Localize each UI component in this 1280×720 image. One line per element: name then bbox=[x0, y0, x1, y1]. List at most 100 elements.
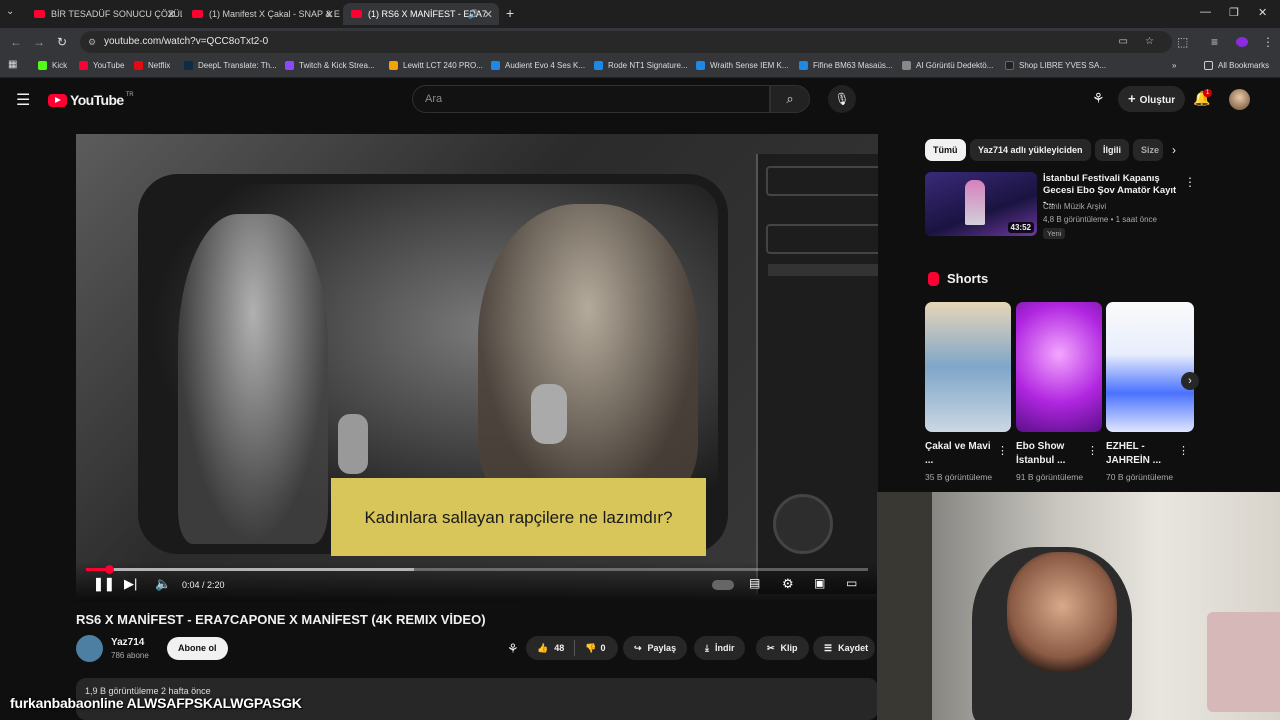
apps-grid-icon[interactable]: ▦ bbox=[8, 59, 17, 70]
suggestion-thumbnail[interactable]: 43:52 bbox=[925, 172, 1037, 236]
captions-icon[interactable]: ▤ bbox=[749, 576, 760, 590]
browser-tab-2[interactable]: (1) Manifest X Çakal - SNAP & E ✕ bbox=[184, 3, 340, 25]
hamburger-menu-icon[interactable]: ☰ bbox=[16, 90, 30, 110]
close-tab-icon[interactable]: ✕ bbox=[167, 8, 176, 21]
pause-icon[interactable]: ❚❚ bbox=[93, 576, 115, 592]
cast-icon[interactable]: ▭ bbox=[1119, 31, 1128, 53]
shop-favicon-icon bbox=[389, 61, 398, 70]
more-actions-icon[interactable]: ⋮ bbox=[1178, 444, 1189, 457]
progress-bar[interactable] bbox=[86, 565, 868, 574]
audio-playing-icon[interactable]: 🔊 bbox=[468, 9, 479, 20]
suggestion-channel[interactable]: Canlı Müzik Arşivi bbox=[1043, 202, 1106, 211]
like-button[interactable]: 👍 48 bbox=[537, 643, 564, 654]
clip-button[interactable]: ✂ Klip bbox=[756, 636, 809, 660]
volume-icon[interactable]: 🔈 bbox=[155, 576, 171, 592]
all-bookmarks-folder[interactable]: All Bookmarks bbox=[1204, 61, 1269, 70]
reading-list-icon[interactable]: ≡ bbox=[1211, 35, 1218, 49]
more-actions-icon[interactable]: ⋮ bbox=[1184, 175, 1196, 189]
bookmark-libre[interactable]: Shop LIBRE YVES SA... bbox=[1005, 61, 1106, 70]
share-button[interactable]: ↪ Paylaş bbox=[623, 636, 688, 660]
youtube-logo[interactable]: YouTube TR bbox=[48, 92, 134, 108]
address-bar[interactable]: ⚙ youtube.com/watch?v=QCC8oTxt2-0 ▭ ☆ bbox=[80, 31, 1172, 53]
bookmarks-overflow-icon[interactable]: » bbox=[1172, 61, 1176, 70]
chip-from-uploader[interactable]: Yaz714 adlı yükleyiciden bbox=[970, 139, 1091, 161]
logo-region: TR bbox=[125, 92, 134, 98]
tab-search-icon[interactable]: ⌄ bbox=[6, 6, 14, 17]
minimize-icon[interactable]: — bbox=[1200, 6, 1211, 18]
short-title[interactable]: Çakal ve Mavi ... bbox=[925, 440, 995, 468]
more-actions-icon[interactable]: ⋮ bbox=[1087, 444, 1098, 457]
new-badge: Yeni bbox=[1043, 228, 1066, 239]
close-tab-icon[interactable]: ✕ bbox=[325, 8, 334, 21]
site-info-icon[interactable]: ⚙ bbox=[88, 31, 96, 53]
reload-icon[interactable]: ↻ bbox=[57, 35, 67, 49]
short-title[interactable]: Ebo Show İstanbul ... bbox=[1016, 440, 1086, 468]
bookmark-lewitt[interactable]: Lewitt LCT 240 PRO... bbox=[389, 61, 483, 70]
channel-avatar[interactable] bbox=[76, 635, 103, 662]
bookmark-netflix[interactable]: Netflix bbox=[134, 61, 170, 70]
dislike-button[interactable]: 👎 0 bbox=[585, 643, 605, 654]
shorts-next-arrow-icon[interactable]: › bbox=[1181, 372, 1199, 390]
studio-icon[interactable]: ⚘ bbox=[1092, 90, 1105, 107]
short-thumbnail-3[interactable] bbox=[1106, 302, 1194, 432]
shorts-title: Shorts bbox=[947, 271, 989, 286]
chip-related[interactable]: İlgili bbox=[1095, 139, 1129, 161]
short-thumbnail-2[interactable] bbox=[1016, 302, 1102, 432]
progress-buffered bbox=[86, 568, 415, 571]
browser-tab-1[interactable]: BİR TESADÜF SONUCU ÇÖZÜLE ✕ bbox=[26, 3, 182, 25]
tab-label: BİR TESADÜF SONUCU ÇÖZÜLE bbox=[51, 9, 182, 19]
back-icon[interactable]: ← bbox=[10, 35, 22, 49]
more-actions-icon[interactable]: ⋮ bbox=[997, 444, 1008, 457]
bookmark-kick[interactable]: Kick bbox=[38, 61, 67, 70]
bookmark-ai-detector[interactable]: AI Görüntü Dedektö... bbox=[902, 61, 993, 70]
bookmark-label: Twitch & Kick Strea... bbox=[299, 61, 375, 70]
chip-all[interactable]: Tümü bbox=[925, 139, 966, 161]
bookmark-deepl[interactable]: DeepL Translate: Th... bbox=[184, 61, 277, 70]
search-button[interactable]: ⌕ bbox=[770, 85, 810, 113]
bookmark-fifine[interactable]: Fifine BM63 Masaüs... bbox=[799, 61, 893, 70]
bookmark-label: Shop LIBRE YVES SA... bbox=[1019, 61, 1107, 70]
chip-for-you[interactable]: Size bbox=[1133, 139, 1163, 161]
subscribe-button[interactable]: Abone ol bbox=[167, 637, 228, 660]
url-text: youtube.com/watch?v=QCC8oTxt2-0 bbox=[104, 36, 269, 47]
menu-kebab-icon[interactable]: ⋮ bbox=[1262, 35, 1274, 49]
autoplay-toggle[interactable] bbox=[712, 580, 734, 590]
profile-icon[interactable] bbox=[1236, 37, 1248, 47]
bookmark-audient[interactable]: Audient Evo 4 Ses K... bbox=[491, 61, 585, 70]
create-button[interactable]: + Oluştur bbox=[1118, 86, 1186, 112]
bookmark-label: Kick bbox=[52, 61, 68, 70]
short-title[interactable]: EZHEL - JAHREİN ... bbox=[1106, 440, 1176, 468]
next-icon[interactable]: ▶| bbox=[124, 576, 137, 592]
extensions-icon[interactable]: ⬚ bbox=[1177, 35, 1188, 49]
search-icon: ⌕ bbox=[786, 91, 794, 106]
avatar[interactable] bbox=[1229, 89, 1250, 110]
progress-scrubber[interactable] bbox=[105, 565, 115, 574]
miniplayer-icon[interactable]: ▣ bbox=[814, 576, 825, 590]
stickers-icon[interactable]: ⚘ bbox=[507, 641, 519, 657]
close-window-icon[interactable]: ✕ bbox=[1258, 6, 1267, 19]
short-thumbnail-1[interactable] bbox=[925, 302, 1011, 432]
voice-search-icon[interactable]: 🎙 bbox=[828, 85, 856, 113]
browser-tab-3[interactable]: (1) RS6 X MANİFEST - ERA7 🔊 ✕ bbox=[343, 3, 499, 25]
search-input[interactable]: Ara bbox=[412, 85, 770, 113]
theater-mode-icon[interactable]: ▭ bbox=[846, 576, 857, 590]
close-tab-icon[interactable]: ✕ bbox=[484, 8, 493, 21]
restore-icon[interactable]: ❐ bbox=[1229, 6, 1239, 19]
channel-name[interactable]: Yaz714 bbox=[111, 637, 144, 648]
save-button[interactable]: ☰ Kaydet bbox=[813, 636, 875, 660]
bookmark-rode[interactable]: Rode NT1 Signature... bbox=[594, 61, 688, 70]
time-display: 0:04 / 2:20 bbox=[182, 580, 225, 590]
new-tab-button[interactable]: + bbox=[506, 5, 514, 21]
kick-favicon-icon bbox=[38, 61, 47, 70]
settings-gear-icon[interactable]: ⚙ bbox=[782, 576, 794, 592]
download-button[interactable]: ⤓ İndir bbox=[694, 636, 746, 660]
bookmark-wraith[interactable]: Wraith Sense IEM K... bbox=[696, 61, 789, 70]
folder-icon bbox=[1204, 61, 1213, 70]
video-player[interactable]: Kadınlara sallayan rapçilere ne lazımdır… bbox=[76, 134, 878, 602]
bookmark-twitch-kick[interactable]: Twitch & Kick Strea... bbox=[285, 61, 375, 70]
chevron-right-icon[interactable]: › bbox=[1172, 143, 1176, 157]
bookmark-label: AI Görüntü Dedektö... bbox=[916, 61, 994, 70]
bookmark-star-icon[interactable]: ☆ bbox=[1145, 31, 1154, 53]
bookmark-youtube[interactable]: YouTube bbox=[79, 61, 124, 70]
forward-icon[interactable]: → bbox=[33, 35, 45, 49]
